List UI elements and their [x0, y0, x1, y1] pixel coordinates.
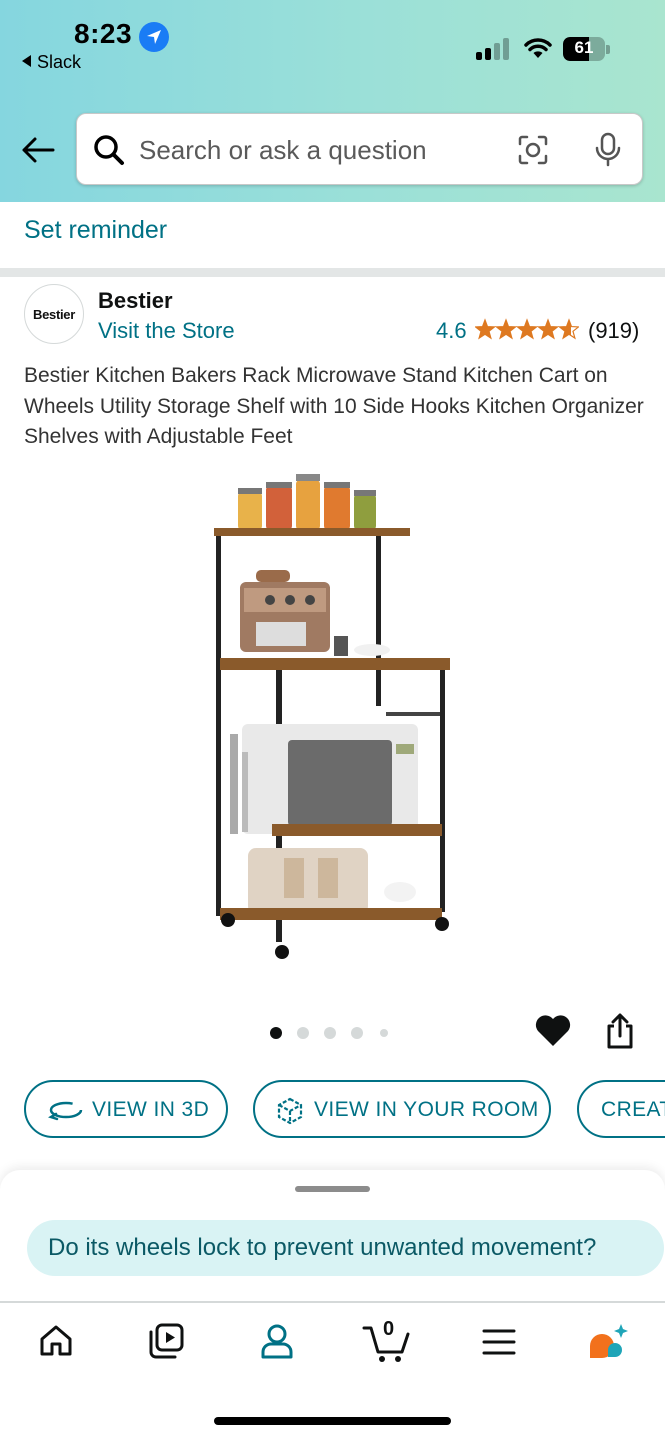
menu-icon[interactable] — [482, 1328, 516, 1356]
carousel-dot[interactable] — [380, 1029, 388, 1037]
star-icon — [494, 318, 518, 340]
star-rating[interactable] — [475, 318, 579, 344]
share-icon[interactable] — [604, 1012, 636, 1050]
star-icon — [475, 318, 497, 340]
create-label: CREAT — [601, 1098, 665, 1121]
ar-cube-icon — [277, 1097, 303, 1125]
star-icon — [557, 318, 579, 340]
search-bar[interactable] — [76, 113, 643, 185]
account-icon[interactable] — [259, 1322, 295, 1360]
heart-icon[interactable] — [534, 1012, 572, 1048]
rotate-3d-icon — [48, 1101, 83, 1121]
view-in-3d-button[interactable]: VIEW IN 3D — [24, 1080, 228, 1138]
search-input[interactable] — [139, 132, 499, 168]
view-in-3d-label: VIEW IN 3D — [92, 1098, 210, 1121]
video-icon[interactable] — [147, 1322, 185, 1360]
rufus-assistant-icon[interactable] — [588, 1322, 630, 1360]
camera-scan-icon[interactable] — [517, 134, 549, 166]
back-triangle-icon — [22, 55, 31, 67]
suggested-question-chip[interactable]: Do its wheels lock to prevent unwanted m… — [27, 1220, 664, 1276]
set-reminder-link[interactable]: Set reminder — [24, 216, 167, 245]
wifi-icon — [524, 38, 552, 58]
rating-count[interactable]: (919) — [588, 318, 639, 344]
battery-indicator: 61 — [563, 37, 605, 61]
create-button[interactable]: CREAT — [577, 1080, 665, 1138]
cart-count: 0 — [383, 1318, 395, 1340]
rating-value[interactable]: 4.6 — [436, 318, 467, 344]
carousel-dot[interactable] — [324, 1027, 336, 1039]
star-icon — [536, 318, 560, 340]
carousel-dot[interactable] — [270, 1027, 282, 1039]
back-arrow-icon[interactable] — [20, 134, 56, 166]
spice-jars — [238, 474, 376, 530]
search-icon — [94, 135, 124, 165]
view-in-your-room-label: VIEW IN YOUR ROOM — [314, 1098, 539, 1121]
suggested-question-text: Do its wheels lock to prevent unwanted m… — [48, 1234, 597, 1261]
cellular-signal-icon — [476, 38, 512, 60]
star-icon — [515, 318, 539, 340]
visit-store-link[interactable]: Visit the Store — [98, 318, 235, 344]
back-to-app[interactable]: Slack — [22, 52, 81, 73]
back-app-label: Slack — [37, 52, 82, 72]
location-arrow-icon — [139, 22, 169, 52]
product-title: Bestier Kitchen Bakers Rack Microwave St… — [24, 364, 644, 448]
cart-button[interactable]: 0 — [362, 1318, 412, 1364]
microphone-icon[interactable] — [593, 132, 623, 168]
home-icon[interactable] — [38, 1322, 74, 1358]
sheet-drag-handle[interactable] — [295, 1186, 370, 1192]
home-indicator[interactable] — [214, 1417, 451, 1425]
view-in-your-room-button[interactable]: VIEW IN YOUR ROOM — [253, 1080, 551, 1138]
battery-percent: 61 — [574, 38, 594, 57]
battery-tip — [606, 45, 610, 54]
brand-logo[interactable]: Bestier — [24, 284, 84, 344]
carousel-dot[interactable] — [297, 1027, 309, 1039]
brand-name: Bestier — [98, 288, 173, 313]
carousel-dot[interactable] — [351, 1027, 363, 1039]
status-time: 8:23 — [74, 18, 133, 49]
image-carousel-dots[interactable] — [270, 1024, 400, 1042]
section-divider — [0, 268, 665, 277]
brand-logo-text: Bestier — [33, 307, 75, 322]
product-image[interactable] — [200, 462, 470, 972]
